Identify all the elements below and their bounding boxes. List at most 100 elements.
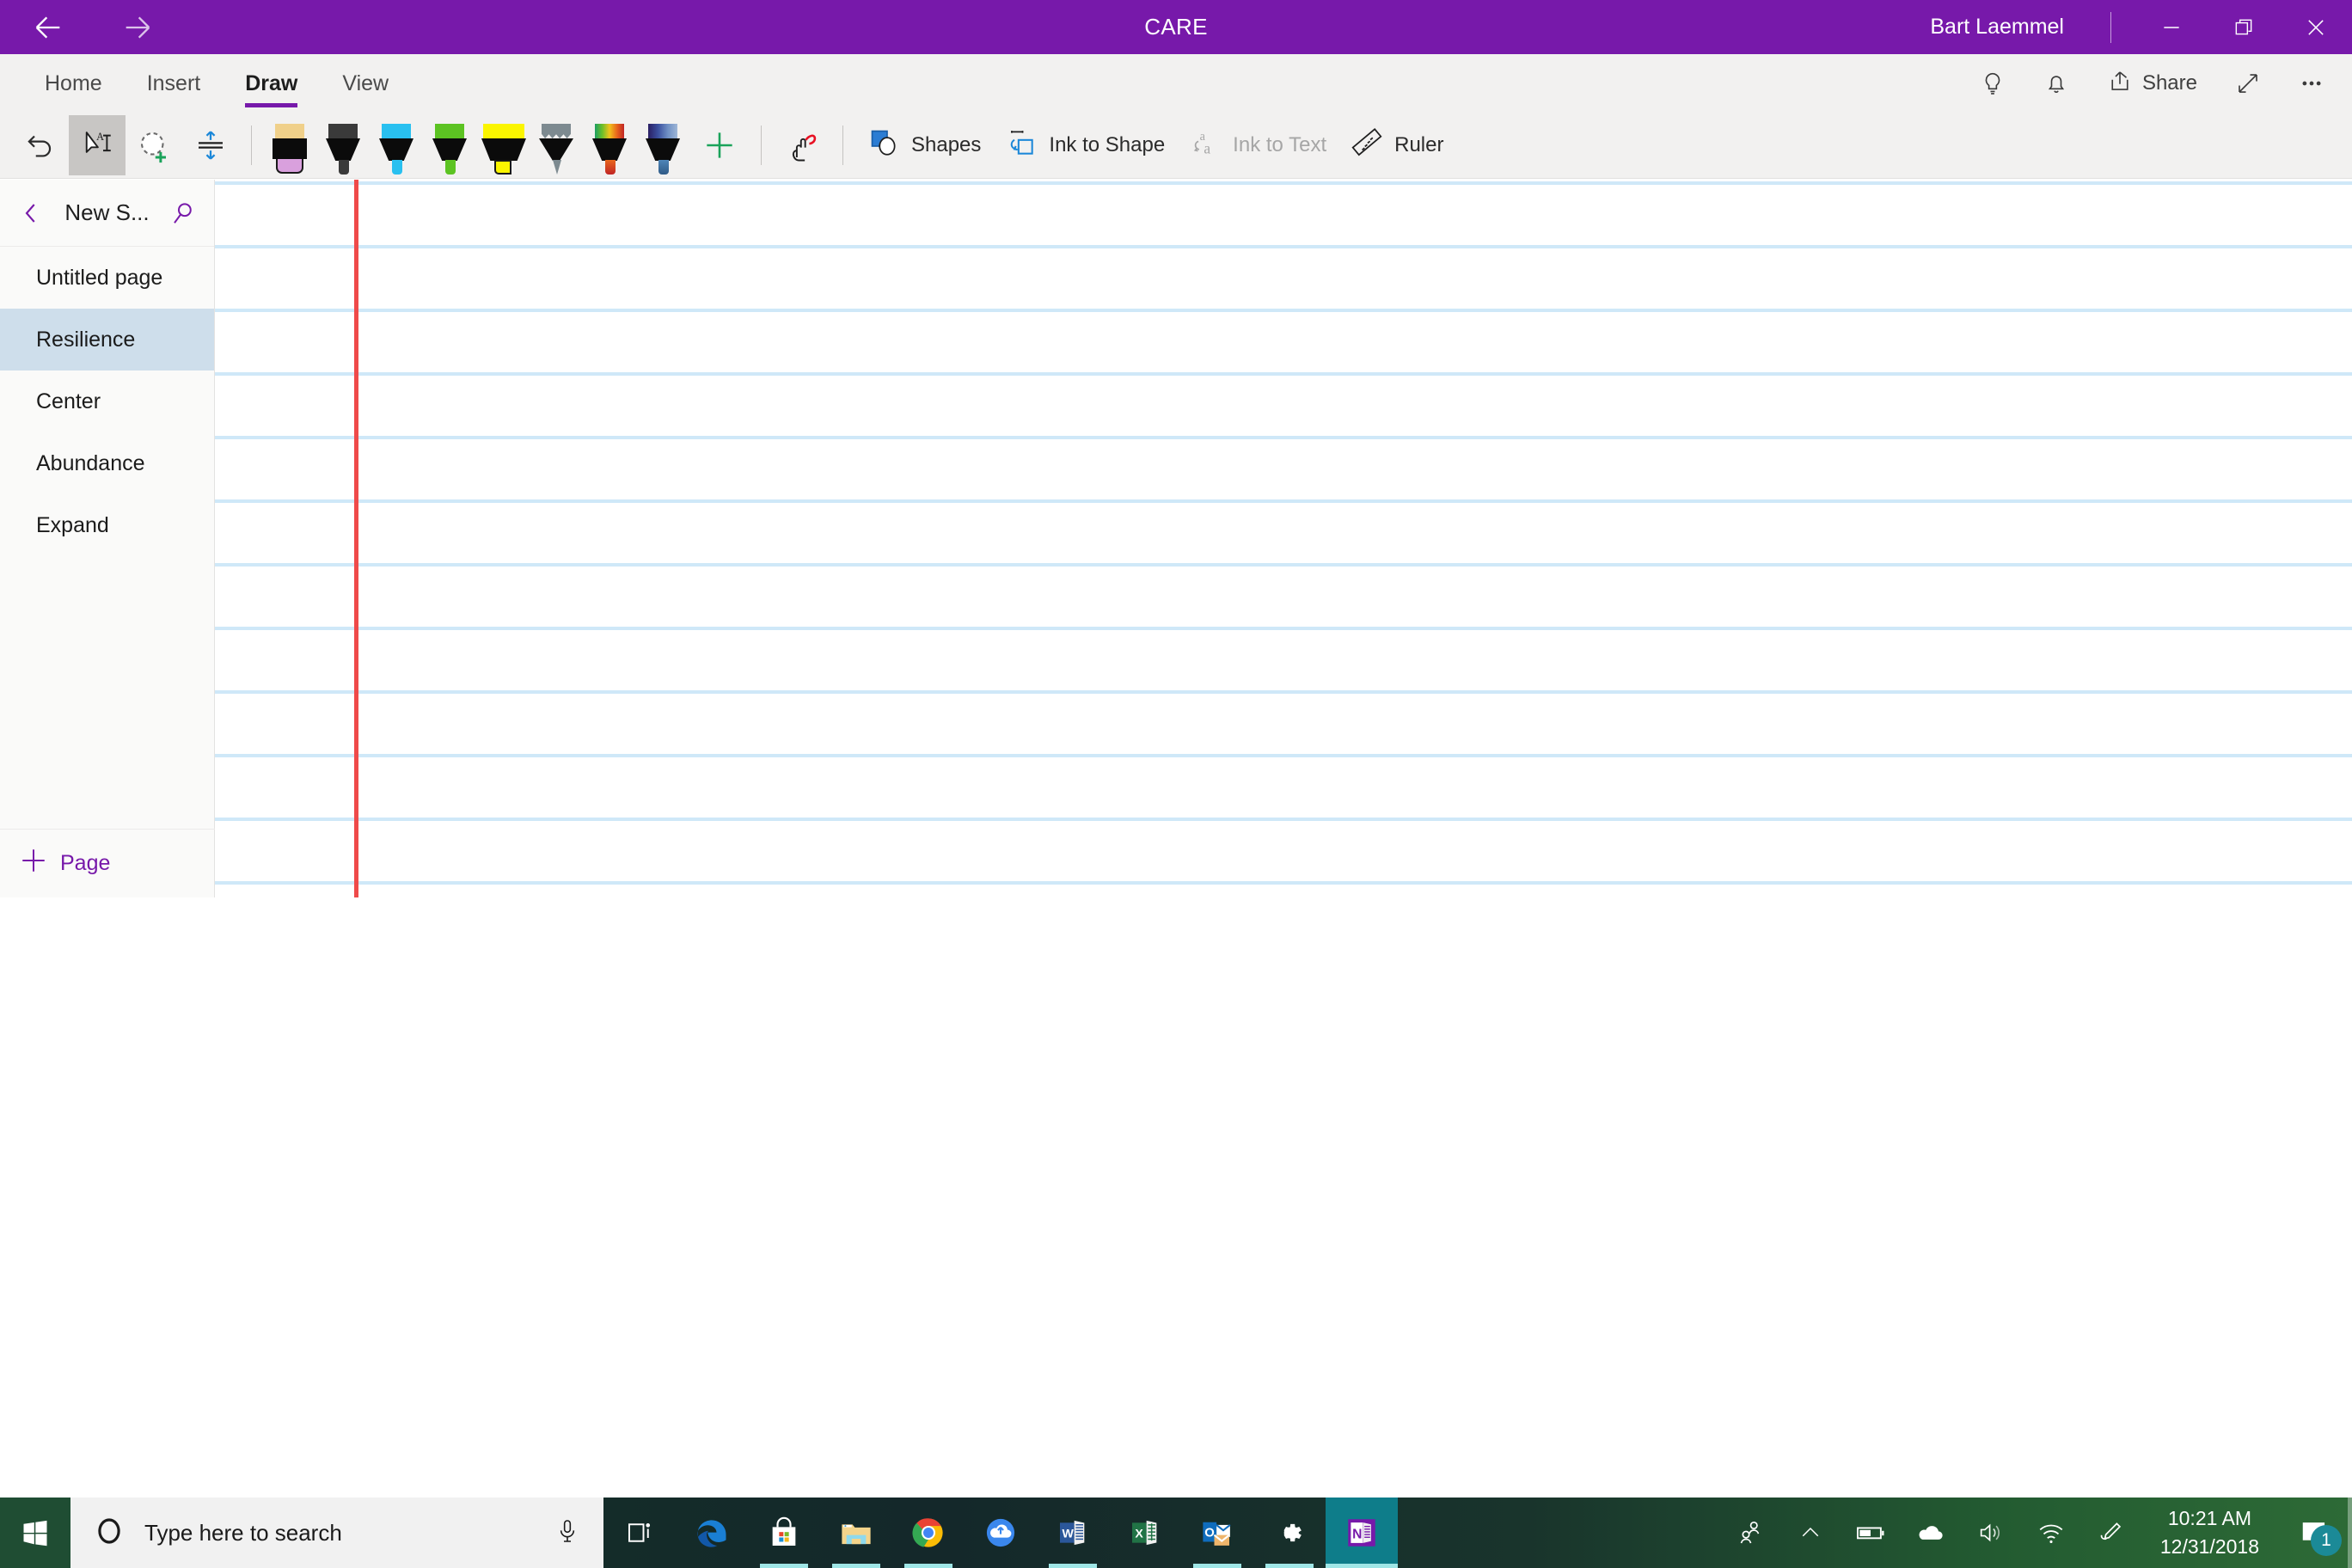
rule-line xyxy=(215,245,2352,248)
search-input[interactable]: Type here to search xyxy=(144,1520,535,1547)
tab-insert[interactable]: Insert xyxy=(125,54,224,113)
pen-rainbow-pen[interactable] xyxy=(584,115,637,175)
sidebar-item-center[interactable]: Center xyxy=(0,371,214,432)
lightbulb-icon[interactable] xyxy=(1961,54,2024,113)
sidebar-item-untitled-page[interactable]: Untitled page xyxy=(0,247,214,309)
insert-space-button[interactable] xyxy=(182,115,239,175)
pen-yellow-highlighter-tip xyxy=(494,160,511,175)
microsoft-store-icon[interactable] xyxy=(748,1498,820,1568)
svg-text:W: W xyxy=(1063,1527,1075,1540)
forward-arrow-icon[interactable] xyxy=(115,5,160,50)
pen-cyan-pen-tip xyxy=(392,160,402,175)
add-pen-button[interactable] xyxy=(690,115,749,175)
draw-with-touch-button[interactable] xyxy=(774,115,830,175)
windows-start-icon[interactable] xyxy=(0,1498,70,1568)
task-view-icon[interactable] xyxy=(603,1498,676,1568)
rule-line xyxy=(215,627,2352,630)
pen-galaxy-pen-cap xyxy=(648,124,677,138)
taskbar-clock[interactable]: 10:21 AM 12/31/2018 xyxy=(2141,1498,2278,1568)
onedrive-icon[interactable] xyxy=(965,1498,1037,1568)
pen-black-pen-body xyxy=(326,138,360,161)
page-label: Untitled page xyxy=(36,265,163,290)
clock-time: 10:21 AM xyxy=(2167,1507,2252,1530)
pen-gray-pencil-cap xyxy=(542,124,571,138)
restore-window-icon[interactable] xyxy=(2208,0,2280,54)
share-button[interactable]: Share xyxy=(2088,54,2216,113)
show-desktop-button[interactable] xyxy=(2348,1498,2352,1568)
windows-taskbar: Type here to search W X O N 10:21 AM 12/… xyxy=(0,1498,2352,1568)
shapes-label: Shapes xyxy=(911,133,982,156)
pen-workspace-icon[interactable] xyxy=(2081,1498,2141,1568)
outlook-icon[interactable]: O xyxy=(1181,1498,1253,1568)
page-label: Center xyxy=(36,389,101,413)
ink-to-shape-button[interactable]: Ink to Shape xyxy=(993,126,1177,165)
account-name[interactable]: Bart Laemmel xyxy=(1908,15,2086,40)
tab-view[interactable]: View xyxy=(320,54,411,113)
tab-draw[interactable]: Draw xyxy=(223,54,320,113)
toolbar-divider-2 xyxy=(761,126,762,165)
settings-icon[interactable] xyxy=(1253,1498,1326,1568)
shapes-button[interactable]: Shapes xyxy=(855,126,993,165)
share-label: Share xyxy=(2141,71,2197,95)
chevron-left-icon[interactable] xyxy=(7,189,55,237)
onenote-icon[interactable]: N xyxy=(1326,1498,1398,1568)
system-tray: 10:21 AM 12/31/2018 1 xyxy=(1720,1498,2352,1568)
draw-toolbar: A Shapes Ink to Shape a a Ink to Text Ru… xyxy=(0,113,2352,178)
pen-galaxy-pen-body xyxy=(646,138,680,161)
lasso-select-button[interactable] xyxy=(126,115,182,175)
file-explorer-icon[interactable] xyxy=(820,1498,892,1568)
note-canvas[interactable] xyxy=(215,180,2352,897)
rule-line xyxy=(215,436,2352,439)
ruler-button[interactable]: Ruler xyxy=(1338,126,1455,165)
action-center-icon[interactable]: 1 xyxy=(2278,1498,2352,1568)
page-sidebar: New S... Untitled page Resilience Center… xyxy=(0,180,215,897)
more-ellipsis-icon[interactable] xyxy=(2280,54,2343,113)
pen-rainbow-pen-body xyxy=(592,138,627,161)
people-icon[interactable] xyxy=(1720,1498,1780,1568)
add-page-label: Page xyxy=(60,851,111,875)
word-icon[interactable]: W xyxy=(1037,1498,1109,1568)
search-icon[interactable] xyxy=(159,189,207,237)
rule-line xyxy=(215,881,2352,885)
toolbar-divider-3 xyxy=(842,126,843,165)
sidebar-item-expand[interactable]: Expand xyxy=(0,494,214,556)
taskbar-search-box[interactable]: Type here to search xyxy=(70,1498,603,1568)
sidebar-item-resilience[interactable]: Resilience xyxy=(0,309,214,371)
pen-galaxy-pen-tip xyxy=(658,160,669,175)
tab-home[interactable]: Home xyxy=(22,54,125,113)
expand-diagonal-icon[interactable] xyxy=(2216,54,2280,113)
type-select-button[interactable]: A xyxy=(69,115,126,175)
onedrive-cloud-icon[interactable] xyxy=(1901,1498,1961,1568)
pen-green-pen-cap xyxy=(435,124,464,138)
pen-gray-pencil[interactable] xyxy=(530,115,584,175)
close-button[interactable] xyxy=(2280,0,2352,54)
pen-yellow-highlighter[interactable] xyxy=(477,115,530,175)
wifi-icon[interactable] xyxy=(2021,1498,2081,1568)
minimize-button[interactable] xyxy=(2135,0,2208,54)
bell-icon[interactable] xyxy=(2024,54,2088,113)
battery-icon[interactable] xyxy=(1841,1498,1901,1568)
pen-galaxy-pen[interactable] xyxy=(637,115,690,175)
undo-button[interactable] xyxy=(12,115,69,175)
svg-text:A: A xyxy=(96,131,104,143)
ink-to-shape-label: Ink to Shape xyxy=(1049,133,1166,156)
chrome-icon[interactable] xyxy=(892,1498,965,1568)
back-arrow-icon[interactable] xyxy=(26,5,70,50)
sidebar-item-abundance[interactable]: Abundance xyxy=(0,432,214,494)
margin-line xyxy=(354,180,358,897)
microphone-icon[interactable] xyxy=(554,1517,581,1549)
pen-black-pen[interactable] xyxy=(317,115,371,175)
rule-line xyxy=(215,690,2352,694)
svg-text:X: X xyxy=(1135,1527,1143,1540)
pen-eraser[interactable] xyxy=(264,115,317,175)
add-page-button[interactable]: Page xyxy=(0,829,215,897)
pen-green-pen[interactable] xyxy=(424,115,477,175)
excel-icon[interactable]: X xyxy=(1109,1498,1181,1568)
edge-icon[interactable] xyxy=(676,1498,748,1568)
section-title[interactable]: New S... xyxy=(55,199,159,226)
volume-icon[interactable] xyxy=(1961,1498,2021,1568)
pen-cyan-pen[interactable] xyxy=(371,115,424,175)
ribbon: Home Insert Draw View Share A Shapes Ink… xyxy=(0,54,2352,179)
page-label: Abundance xyxy=(36,450,145,475)
chevron-up-icon[interactable] xyxy=(1780,1498,1841,1568)
